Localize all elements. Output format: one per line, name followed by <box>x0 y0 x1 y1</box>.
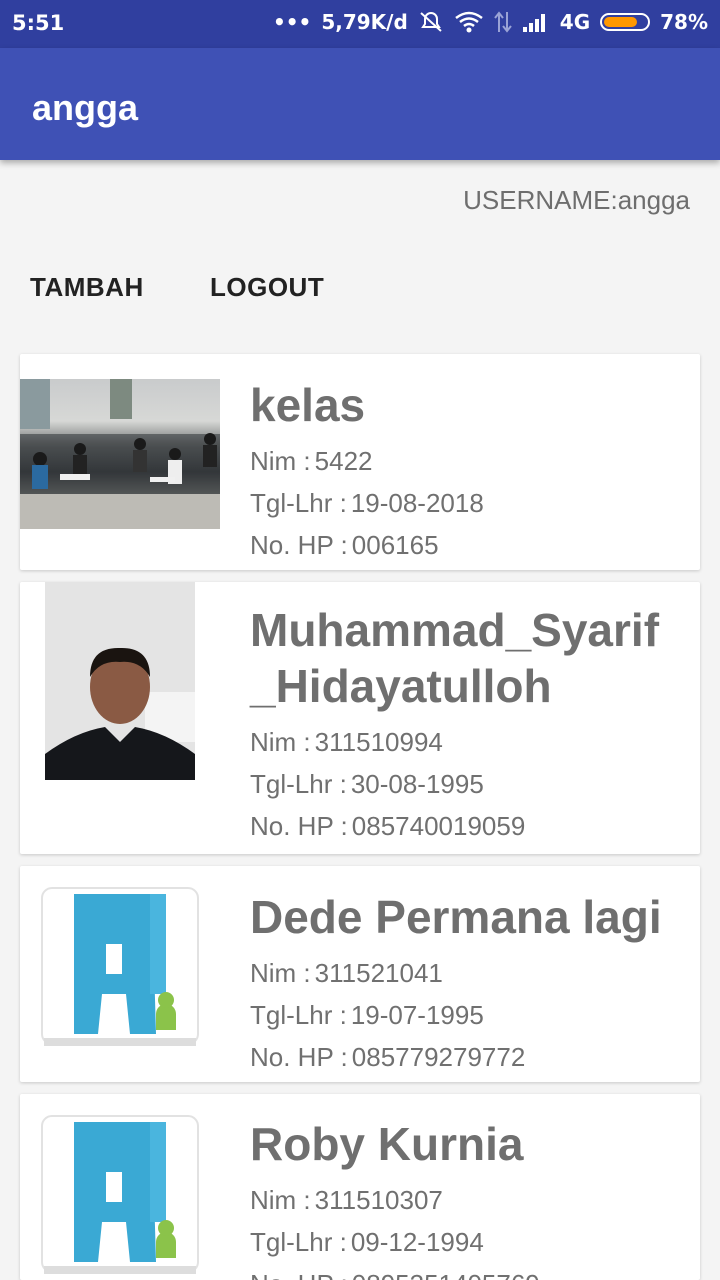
logout-button[interactable]: LOGOUT <box>210 272 324 303</box>
app-bar: angga <box>0 48 720 160</box>
phone-value: 006165 <box>351 530 439 560</box>
phone-label: No. HP : <box>250 811 348 841</box>
student-phone: No. HP : 0895351405769 <box>250 1269 540 1280</box>
nim-value: 311521041 <box>314 958 443 988</box>
phone-value: 085740019059 <box>351 811 526 841</box>
username-label: USERNAME:angga <box>463 185 690 215</box>
phone-value: 0895351405769 <box>352 1269 540 1280</box>
phone-label: No. HP : <box>250 1042 348 1072</box>
wifi-icon <box>455 11 483 33</box>
dob-value: 19-07-1995 <box>350 1000 484 1030</box>
battery-level <box>604 17 637 27</box>
selfie-illustration <box>45 582 195 780</box>
classroom-illustration <box>20 379 220 529</box>
student-card[interactable]: Dede Permana lagi Nim :311521041 Tgl-Lhr… <box>20 866 700 1082</box>
student-nim: Nim :311521041 <box>250 958 443 989</box>
data-arrows-icon <box>494 11 512 33</box>
signal-icon <box>522 14 545 32</box>
classroom-photo <box>20 379 220 529</box>
dots-icon: ••• <box>272 10 312 34</box>
dob-label: Tgl-Lhr : <box>250 769 347 799</box>
student-name: Dede Permana lagi <box>250 891 662 943</box>
dob-label: Tgl-Lhr : <box>250 1000 347 1030</box>
student-nim: Nim :311510307 <box>250 1185 443 1216</box>
student-dob: Tgl-Lhr :19-07-1995 <box>250 1000 484 1031</box>
student-card[interactable]: Roby Kurnia Nim :311510307 Tgl-Lhr :09-1… <box>20 1094 700 1280</box>
nim-value: 311510307 <box>314 1185 443 1215</box>
student-name: kelas <box>250 379 366 431</box>
dob-value: 19-08-2018 <box>350 488 484 518</box>
student-dob: Tgl-Lhr :19-08-2018 <box>250 488 484 519</box>
app-logo-icon <box>38 1112 202 1280</box>
selfie-photo <box>45 582 195 780</box>
student-nim: Nim :311510994 <box>250 727 443 758</box>
battery-percent: 78% <box>660 10 708 34</box>
student-dob: Tgl-Lhr :30-08-1995 <box>250 769 484 800</box>
student-name-line2: _Hidayatulloh <box>250 660 552 712</box>
app-title: angga <box>32 87 139 128</box>
nim-value: 5422 <box>314 446 373 476</box>
nim-label: Nim : <box>250 446 311 476</box>
network-speed: 5,79K/d <box>321 10 408 34</box>
phone-label: No. HP : <box>250 1269 348 1280</box>
student-phone: No. HP :006165 <box>250 530 439 561</box>
phone-value: 085779279772 <box>351 1042 526 1072</box>
dob-value: 09-12-1994 <box>350 1227 484 1257</box>
status-icons: ••• 5,79K/d 4G 78% <box>273 10 708 34</box>
student-name-line1: Muhammad_Syarif <box>250 604 660 656</box>
mute-icon <box>420 11 442 32</box>
student-nim: Nim :5422 <box>250 446 373 477</box>
nim-value: 311510994 <box>314 727 443 757</box>
battery-icon <box>600 13 651 31</box>
student-phone: No. HP :085779279772 <box>250 1042 525 1073</box>
student-phone: No. HP :085740019059 <box>250 811 525 842</box>
dob-value: 30-08-1995 <box>350 769 484 799</box>
status-time: 5:51 <box>12 11 65 35</box>
phone-label: No. HP : <box>250 530 348 560</box>
status-bar: 5:51 ••• 5,79K/d 4G 78% <box>0 0 720 48</box>
nim-label: Nim : <box>250 1185 311 1215</box>
student-name: Roby Kurnia <box>250 1118 524 1170</box>
network-type: 4G <box>559 10 591 34</box>
add-button[interactable]: TAMBAH <box>30 272 144 303</box>
student-dob: Tgl-Lhr :09-12-1994 <box>250 1227 484 1258</box>
dob-label: Tgl-Lhr : <box>250 1227 347 1257</box>
student-card[interactable]: Muhammad_Syarif _Hidayatulloh Nim :31151… <box>20 582 700 854</box>
student-card[interactable]: kelas Nim :5422 Tgl-Lhr :19-08-2018 No. … <box>20 354 700 570</box>
nim-label: Nim : <box>250 958 311 988</box>
nim-label: Nim : <box>250 727 311 757</box>
dob-label: Tgl-Lhr : <box>250 488 347 518</box>
app-logo-icon <box>38 884 202 1052</box>
